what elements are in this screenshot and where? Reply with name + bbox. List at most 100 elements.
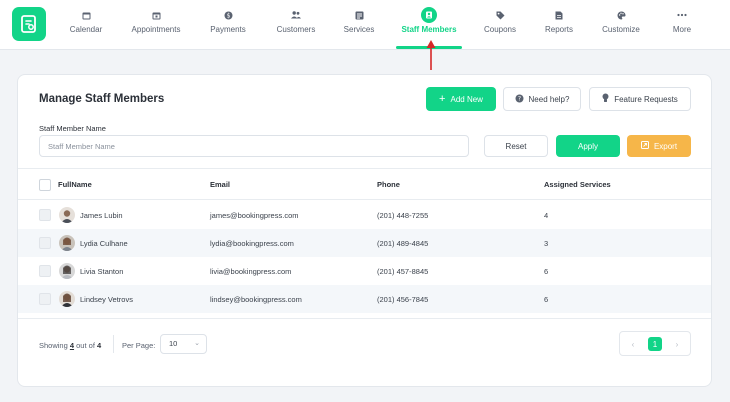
staff-email: lindsey@bookingpress.com bbox=[210, 295, 302, 304]
staff-assigned-services: 4 bbox=[544, 211, 549, 220]
pagination: ‹ 1 › bbox=[619, 331, 691, 356]
next-page-button[interactable]: › bbox=[670, 337, 684, 351]
showing-count-text: Showing 4 out of 4 bbox=[39, 341, 101, 350]
select-all-checkbox[interactable] bbox=[39, 179, 51, 191]
column-header-fullname[interactable]: FullName bbox=[58, 180, 92, 189]
nav-item-coupons[interactable]: Coupons bbox=[482, 9, 518, 41]
staff-email: livia@bookingpress.com bbox=[210, 267, 292, 276]
add-new-label: Add New bbox=[450, 94, 483, 104]
nav-item-staff-members[interactable]: Staff Members bbox=[400, 7, 458, 41]
customers-icon bbox=[290, 9, 302, 21]
app-logo[interactable] bbox=[12, 7, 46, 41]
apply-label: Apply bbox=[577, 141, 598, 151]
page-title: Manage Staff Members bbox=[39, 93, 165, 105]
plus-icon: + bbox=[439, 93, 446, 105]
filter-label: Staff Member Name bbox=[39, 124, 106, 133]
nav-item-label: Appointments bbox=[131, 25, 181, 34]
showing-mid: out of bbox=[76, 341, 95, 350]
reset-label: Reset bbox=[505, 141, 527, 151]
nav-item-label: Coupons bbox=[483, 25, 517, 34]
need-help-label: Need help? bbox=[528, 94, 570, 104]
chevron-down-icon: ⌄ bbox=[194, 340, 200, 347]
staff-assigned-services: 6 bbox=[544, 267, 549, 276]
nav-item-services[interactable]: Services bbox=[342, 9, 376, 41]
staff-assigned-services: 6 bbox=[544, 295, 549, 304]
showing-count: 4 bbox=[69, 341, 75, 350]
nav-item-label: Services bbox=[343, 25, 375, 34]
add-new-button[interactable]: + Add New bbox=[426, 87, 496, 111]
export-icon bbox=[640, 141, 649, 151]
feature-requests-button[interactable]: Feature Requests bbox=[589, 87, 691, 111]
staff-members-panel: Manage Staff Members + Add New ? Need he… bbox=[17, 74, 712, 387]
staff-phone: (201) 457-8845 bbox=[377, 267, 429, 276]
calendar-icon bbox=[80, 9, 92, 21]
avatar bbox=[59, 235, 75, 251]
nav-item-payments[interactable]: $ Payments bbox=[208, 9, 248, 41]
nav-item-customers[interactable]: Customers bbox=[274, 9, 318, 41]
showing-prefix: Showing bbox=[39, 341, 68, 350]
export-button[interactable]: Export bbox=[627, 135, 691, 157]
top-navigation: Calendar Appointments $ Payments Custome… bbox=[0, 0, 730, 50]
table-row[interactable]: Lindsey Vetrovs lindsey@bookingpress.com… bbox=[18, 285, 711, 313]
row-checkbox[interactable] bbox=[39, 209, 51, 221]
apply-button[interactable]: Apply bbox=[556, 135, 620, 157]
staff-name[interactable]: Livia Stanton bbox=[80, 267, 123, 276]
avatar bbox=[59, 291, 75, 307]
lightbulb-icon bbox=[602, 93, 609, 105]
table-row[interactable]: James Lubin james@bookingpress.com (201)… bbox=[18, 201, 711, 229]
staff-phone: (201) 448-7255 bbox=[377, 211, 429, 220]
staff-name[interactable]: Lydia Culhane bbox=[80, 239, 128, 248]
staff-name-search-input[interactable] bbox=[39, 135, 469, 157]
coupon-tag-icon bbox=[494, 9, 506, 21]
nav-item-reports[interactable]: Reports bbox=[542, 9, 576, 41]
svg-text:$: $ bbox=[226, 12, 230, 19]
services-icon bbox=[353, 9, 365, 21]
per-page-label: Per Page: bbox=[122, 341, 156, 350]
nav-item-label: Calendar bbox=[69, 25, 103, 34]
export-label: Export bbox=[653, 141, 678, 151]
nav-item-label: Customers bbox=[276, 25, 316, 34]
nav-item-more[interactable]: More bbox=[670, 9, 694, 41]
nav-item-label: Customize bbox=[602, 25, 640, 34]
avatar bbox=[59, 263, 75, 279]
nav-item-label: Reports bbox=[544, 25, 573, 34]
reports-icon bbox=[553, 9, 565, 21]
feature-requests-label: Feature Requests bbox=[614, 94, 678, 104]
nav-item-calendar[interactable]: Calendar bbox=[66, 9, 106, 41]
column-header-assigned-services[interactable]: Assigned Services bbox=[544, 180, 611, 189]
footer-separator bbox=[113, 335, 114, 353]
staff-email: james@bookingpress.com bbox=[210, 211, 299, 220]
row-checkbox[interactable] bbox=[39, 265, 51, 277]
need-help-button[interactable]: ? Need help? bbox=[503, 87, 581, 111]
palette-icon bbox=[615, 9, 627, 21]
nav-item-customize[interactable]: Customize bbox=[600, 9, 642, 41]
row-checkbox[interactable] bbox=[39, 237, 51, 249]
table-row[interactable]: Lydia Culhane lydia@bookingpress.com (20… bbox=[18, 229, 711, 257]
payments-icon: $ bbox=[222, 9, 234, 21]
staff-phone: (201) 489-4845 bbox=[377, 239, 429, 248]
appointments-icon bbox=[150, 9, 162, 21]
nav-item-appointments[interactable]: Appointments bbox=[128, 9, 184, 41]
table-footer-divider bbox=[18, 318, 711, 319]
nav-item-label: Payments bbox=[210, 25, 246, 34]
header-divider bbox=[18, 168, 711, 169]
column-header-email[interactable]: Email bbox=[210, 180, 230, 189]
staff-name[interactable]: Lindsey Vetrovs bbox=[80, 295, 133, 304]
nav-item-label: More bbox=[672, 25, 692, 34]
page-1-button[interactable]: 1 bbox=[648, 337, 662, 351]
logo-icon bbox=[21, 15, 36, 33]
staff-name[interactable]: James Lubin bbox=[80, 211, 123, 220]
table-row[interactable]: Livia Stanton livia@bookingpress.com (20… bbox=[18, 257, 711, 285]
svg-text:?: ? bbox=[517, 95, 520, 102]
row-checkbox[interactable] bbox=[39, 293, 51, 305]
help-circle-icon: ? bbox=[515, 94, 524, 105]
avatar bbox=[59, 207, 75, 223]
annotation-arrow-icon bbox=[426, 40, 436, 70]
staff-phone: (201) 456-7845 bbox=[377, 295, 429, 304]
column-header-phone[interactable]: Phone bbox=[377, 180, 400, 189]
reset-button[interactable]: Reset bbox=[484, 135, 548, 157]
per-page-value: 10 bbox=[169, 339, 178, 348]
prev-page-button[interactable]: ‹ bbox=[626, 337, 640, 351]
staff-members-icon bbox=[421, 7, 437, 23]
per-page-select[interactable]: 10 ⌄ bbox=[160, 334, 207, 354]
